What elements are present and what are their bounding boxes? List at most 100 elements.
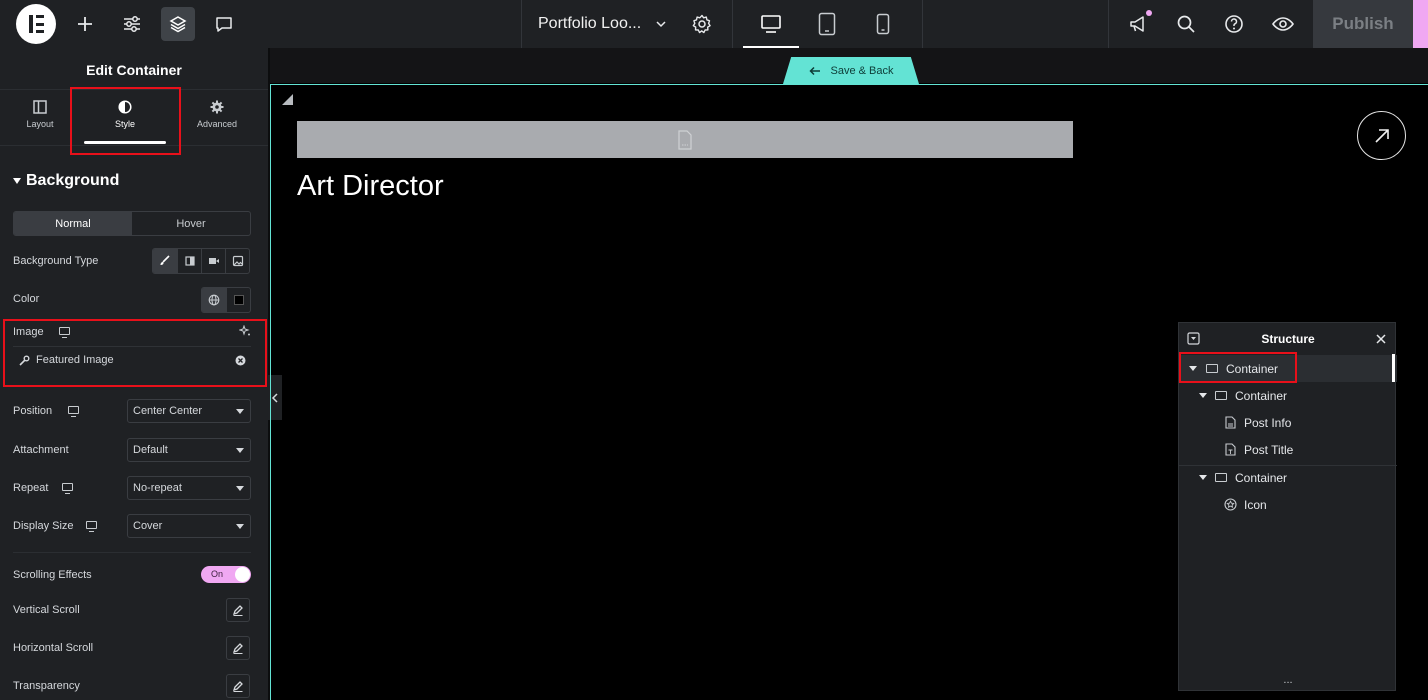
add-element-icon[interactable]: [68, 7, 102, 41]
tab-layout[interactable]: Layout: [0, 100, 80, 129]
wrench-icon: [19, 355, 30, 369]
arrow-up-right-icon: [1374, 128, 1389, 143]
search-icon[interactable]: [1176, 14, 1196, 37]
post-info-placeholder[interactable]: [297, 121, 1073, 158]
responsive-desktop-icon[interactable]: [68, 406, 79, 417]
video-icon[interactable]: [201, 249, 225, 273]
publish-button[interactable]: Publish: [1313, 0, 1413, 48]
attachment-label: Attachment: [13, 444, 69, 456]
edit-panel: Edit Container Layout Style Advanced Bac…: [0, 48, 268, 700]
clear-tag-icon[interactable]: [235, 355, 246, 369]
vertical-scroll-label: Vertical Scroll: [13, 604, 80, 616]
save-back-label: Save & Back: [830, 64, 894, 77]
preview-eye-icon[interactable]: [1271, 14, 1295, 37]
repeat-select[interactable]: No-repeat: [127, 476, 251, 500]
expand-icon: [1199, 393, 1207, 398]
arrow-link-button[interactable]: [1357, 111, 1406, 160]
color-controls: [201, 287, 251, 313]
panel-title: Edit Container: [86, 62, 182, 78]
scrollbar[interactable]: [1392, 354, 1395, 382]
structure-item-container[interactable]: Container: [1179, 464, 1397, 491]
divider: [13, 552, 251, 553]
page-settings-gear-icon[interactable]: [691, 13, 713, 38]
vertical-scroll-edit-button[interactable]: [226, 598, 250, 622]
state-normal-tab[interactable]: Normal: [14, 212, 132, 235]
notifications-megaphone-icon[interactable]: [1128, 14, 1150, 37]
structure-item-icon[interactable]: Icon: [1179, 491, 1397, 518]
structure-panel: Structure Container Container Post Info …: [1178, 322, 1397, 691]
close-icon[interactable]: [1376, 334, 1386, 347]
container-icon: [1206, 364, 1218, 373]
publish-options-button[interactable]: [1413, 0, 1428, 48]
global-colors-icon[interactable]: [202, 288, 226, 312]
notification-dot: [1146, 10, 1152, 16]
featured-image-value: Featured Image: [36, 354, 114, 366]
responsive-desktop-icon[interactable]: [62, 483, 73, 494]
advanced-gear-icon: [210, 100, 224, 114]
divider: [0, 145, 268, 146]
container-icon: [1215, 473, 1227, 482]
container-handle-icon[interactable]: [282, 94, 293, 108]
structure-item-label: Icon: [1244, 498, 1267, 512]
layout-icon: [33, 100, 47, 114]
slideshow-icon[interactable]: [225, 249, 249, 273]
expand-icon: [1199, 475, 1207, 480]
desktop-view-icon[interactable]: [743, 0, 799, 48]
structure-item-label: Container: [1226, 362, 1279, 376]
save-back-button[interactable]: Save & Back: [783, 57, 919, 84]
gradient-icon[interactable]: [177, 249, 201, 273]
position-select[interactable]: Center Center: [127, 399, 251, 423]
tab-layout-label: Layout: [26, 119, 54, 129]
help-icon[interactable]: [1224, 14, 1244, 37]
arrow-left-icon: [808, 66, 820, 75]
section-background-header[interactable]: Background: [13, 172, 119, 190]
image-label: Image: [13, 326, 44, 338]
display-size-value: Cover: [133, 520, 163, 532]
comments-icon[interactable]: [207, 7, 241, 41]
ai-sparkle-icon[interactable]: [238, 324, 251, 340]
responsive-desktop-icon[interactable]: [59, 327, 70, 338]
horizontal-scroll-label: Horizontal Scroll: [13, 642, 94, 654]
horizontal-scroll-edit-button[interactable]: [226, 636, 250, 660]
state-hover-tab[interactable]: Hover: [132, 212, 250, 235]
structure-layers-icon[interactable]: [161, 7, 195, 41]
elementor-logo-icon[interactable]: [16, 4, 56, 44]
tab-style-label: Style: [114, 119, 135, 129]
responsive-desktop-icon[interactable]: [86, 521, 97, 532]
top-bar: Portfolio Loo... Publish: [0, 0, 1428, 48]
scrolling-effects-toggle[interactable]: On: [201, 566, 251, 583]
tab-advanced-label: Advanced: [196, 119, 238, 129]
structure-item-label: Post Title: [1244, 443, 1294, 457]
post-info-icon: [1225, 416, 1236, 432]
document-title[interactable]: Portfolio Loo...: [538, 15, 641, 33]
classic-brush-icon[interactable]: [153, 249, 177, 273]
attachment-select[interactable]: Default: [127, 438, 251, 462]
divider: [1108, 0, 1109, 48]
structure-item-post-title[interactable]: Post Title: [1179, 436, 1397, 463]
toggle-knob: [235, 567, 250, 582]
structure-item-post-info[interactable]: Post Info: [1179, 409, 1397, 436]
transparency-edit-button[interactable]: [226, 674, 250, 698]
document-placeholder-icon: [678, 129, 692, 150]
color-swatch[interactable]: [226, 288, 250, 312]
structure-item-container[interactable]: Container: [1179, 355, 1397, 382]
dynamic-image-tag[interactable]: Featured Image: [13, 346, 251, 373]
divider: [732, 0, 733, 48]
structure-item-container[interactable]: Container: [1179, 382, 1397, 409]
site-settings-sliders-icon[interactable]: [115, 7, 149, 41]
expand-icon: [1189, 366, 1197, 371]
pencil-icon: [232, 605, 243, 616]
resize-handle[interactable]: ...: [1179, 674, 1397, 686]
background-type-choices: [152, 248, 250, 274]
tab-style[interactable]: Style: [85, 100, 165, 129]
tablet-view-icon[interactable]: [799, 0, 855, 48]
post-title-heading[interactable]: Art Director: [297, 170, 444, 203]
display-size-select[interactable]: Cover: [127, 514, 251, 538]
repeat-value: No-repeat: [133, 482, 182, 494]
tab-advanced[interactable]: Advanced: [177, 100, 257, 129]
structure-title: Structure: [1261, 332, 1315, 346]
chevron-down-icon[interactable]: [655, 18, 667, 33]
star-circle-icon: [1224, 498, 1237, 514]
mobile-view-icon[interactable]: [855, 0, 911, 48]
caret-down-icon: [13, 177, 21, 184]
